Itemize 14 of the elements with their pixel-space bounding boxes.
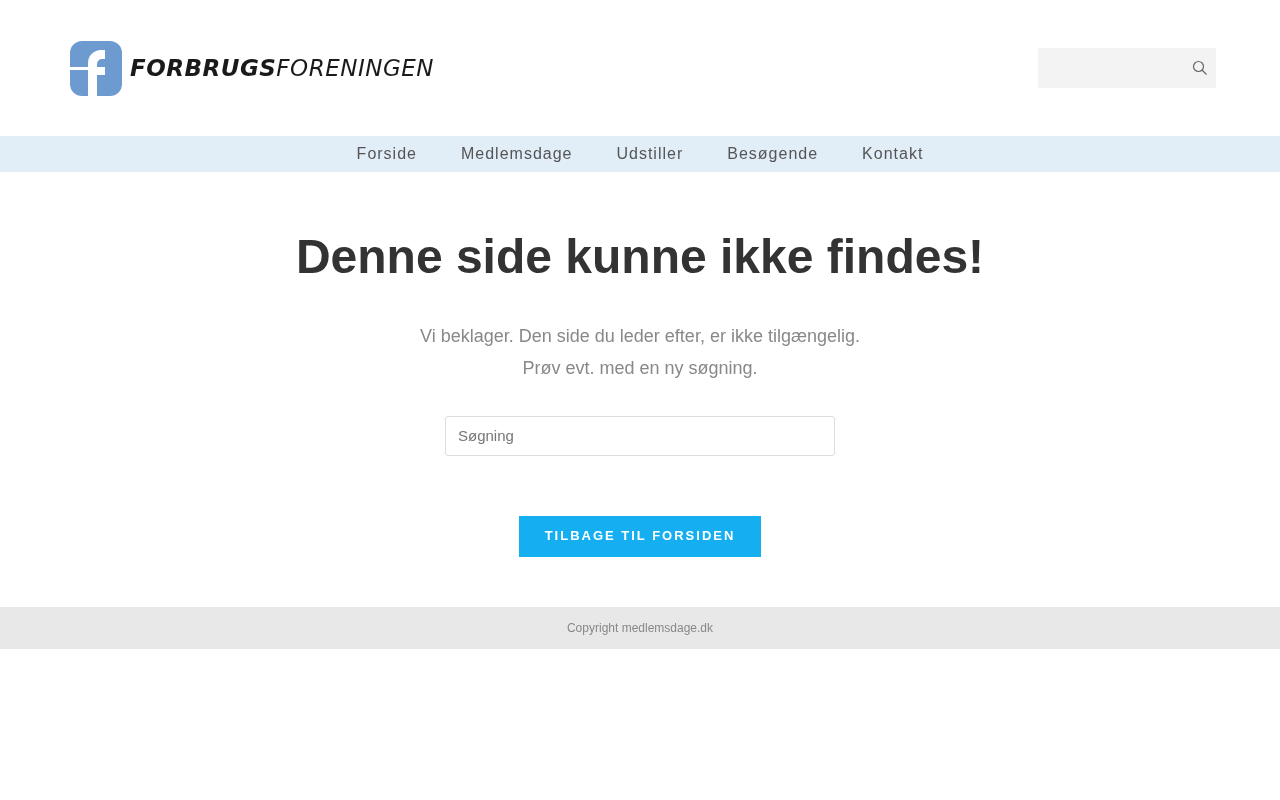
nav-link[interactable]: Forside: [334, 142, 439, 166]
logo-icon: [70, 40, 122, 96]
nav-link[interactable]: Udstiller: [594, 142, 706, 166]
header-search-field[interactable]: [1038, 48, 1216, 88]
nav-link[interactable]: Besøgende: [705, 142, 841, 166]
logo-text: FORBRUGSFORENINGEN: [130, 53, 434, 83]
nav-link[interactable]: Medlemsdage: [438, 142, 595, 166]
search-field[interactable]: Søgning: [445, 415, 835, 456]
page-title: Denne side kunne ikke findes!: [294, 229, 986, 285]
search-icon[interactable]: [1192, 60, 1208, 76]
nav-link[interactable]: Kontakt: [840, 142, 946, 166]
message-text: Prøv evt. med en ny søgning.: [521, 356, 759, 380]
message-text: Vi beklager. Den side du leder efter, er ikke tilgængelig.: [419, 324, 861, 348]
copyright-text: Copyright medlemsdage.dk: [566, 619, 714, 637]
